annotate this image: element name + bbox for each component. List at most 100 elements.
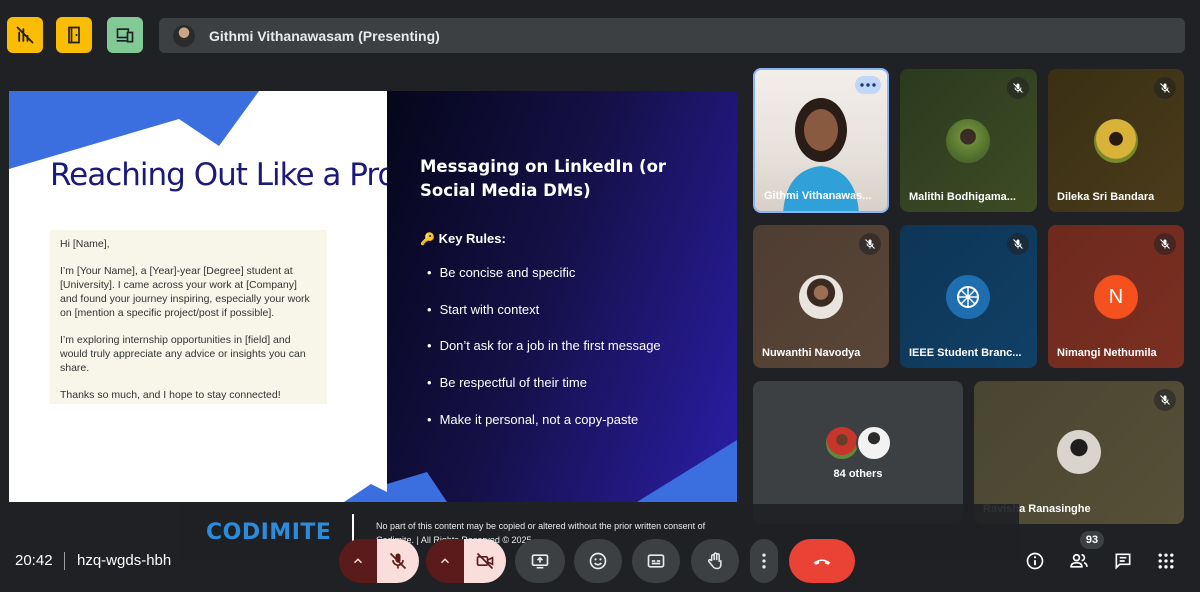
brand-logo: CODIMITE (206, 520, 332, 545)
rule-item: Don’t ask for a job in the first message (427, 338, 661, 375)
rule-item: Be concise and specific (427, 265, 661, 302)
mic-muted-indicator (1154, 233, 1176, 255)
activities-button[interactable] (1153, 548, 1179, 574)
participant-avatar (799, 275, 843, 319)
ieee-logo-icon (957, 286, 979, 308)
devices-icon (116, 28, 134, 43)
captions-button[interactable] (632, 539, 680, 583)
raise-hand-button[interactable] (691, 539, 739, 583)
mic-muted-indicator (1007, 77, 1029, 99)
raise-hand-icon (707, 552, 722, 570)
more-options-menu[interactable] (750, 539, 778, 583)
chat-button[interactable] (1110, 548, 1136, 574)
participant-tile-ravisha[interactable]: Ravisha Ranasinghe (974, 381, 1184, 524)
letter-line: Hi [Name], (60, 238, 110, 250)
more-options-button[interactable] (855, 76, 881, 94)
apps-grid-icon (1158, 553, 1174, 569)
participant-name: Nuwanthi Navodya (762, 347, 861, 359)
no-chart-icon (16, 26, 34, 44)
mic-off-icon (1013, 239, 1023, 249)
participant-avatar (946, 275, 990, 319)
people-icon (1070, 553, 1088, 568)
captions-icon (647, 554, 665, 568)
mic-muted-indicator (1154, 77, 1176, 99)
top-tool-button-1[interactable] (7, 17, 43, 53)
people-button[interactable] (1066, 548, 1092, 574)
letter-line: I’m [Your Name], a [Year]-year [Degree] … (60, 265, 310, 319)
participant-initial-avatar: N (1094, 275, 1138, 319)
others-avatar-1 (824, 425, 860, 461)
more-horiz-icon (860, 83, 876, 87)
slide-right-heading: Messaging on LinkedIn (or Social Media D… (420, 157, 667, 200)
mic-off-icon (389, 552, 407, 570)
info-icon (1026, 552, 1044, 570)
participant-count-badge: 93 (1080, 531, 1104, 549)
key-icon: 🔑 (420, 232, 435, 246)
video-options-button[interactable] (426, 539, 464, 583)
participant-tile-nimangi[interactable]: N Nimangi Nethumila (1048, 225, 1184, 368)
rules-list: Be concise and specific Start with conte… (427, 265, 661, 448)
participant-tile-ieee[interactable]: IEEE Student Branc... (900, 225, 1037, 368)
others-tile[interactable]: 84 others (753, 381, 963, 524)
rule-item: Start with context (427, 302, 661, 339)
participant-tile-dileka[interactable]: Dileka Sri Bandara (1048, 69, 1184, 212)
participant-avatar (1057, 430, 1101, 474)
meeting-details-button[interactable] (1022, 548, 1048, 574)
mic-off-icon (1160, 83, 1170, 93)
letter-template: Hi [Name], I’m [Your Name], a [Year]-yea… (50, 230, 327, 404)
mic-off-icon (1160, 395, 1170, 405)
others-avatar-2 (856, 425, 892, 461)
slide-decoration-bottom (344, 484, 387, 502)
mic-muted-indicator (1007, 233, 1029, 255)
participant-initial: N (1108, 285, 1124, 308)
participant-tile-nuwanthi[interactable]: Nuwanthi Navodya (753, 225, 889, 368)
participant-name: Nimangi Nethumila (1057, 347, 1157, 359)
rule-item: Make it personal, not a copy-paste (427, 412, 661, 449)
emoji-icon (589, 552, 607, 570)
reactions-button[interactable] (574, 539, 622, 583)
door-icon (68, 26, 80, 44)
shared-slide: Reaching Out Like a Pro Hi [Name], I’m [… (9, 91, 737, 502)
slide-title: Reaching Out Like a Pro (50, 157, 387, 193)
slide-right-panel: Messaging on LinkedIn (or Social Media D… (387, 91, 737, 502)
leave-call-button[interactable] (789, 539, 855, 583)
participant-name: Malithi Bodhigama... (909, 191, 1016, 203)
presenter-avatar (173, 24, 195, 47)
presenter-label: Githmi Vithanawasam (Presenting) (209, 27, 440, 44)
present-screen-icon (531, 554, 549, 569)
others-label: 84 others (833, 468, 883, 480)
participant-tile-malithi[interactable]: Malithi Bodhigama... (900, 69, 1037, 212)
participant-tile-githmi[interactable]: Githmi Vithanawas... (753, 68, 889, 213)
present-button[interactable] (515, 539, 565, 583)
participant-name: IEEE Student Branc... (909, 347, 1022, 359)
mic-off-icon (865, 239, 875, 249)
audio-options-button[interactable] (339, 539, 377, 583)
camera-toggle[interactable] (464, 539, 506, 583)
slide-left-panel: Reaching Out Like a Pro Hi [Name], I’m [… (9, 91, 387, 502)
more-vert-icon (762, 553, 766, 569)
chat-icon (1115, 553, 1131, 570)
participant-avatar (1094, 119, 1138, 163)
letter-line: I’m exploring internship opportunities i… (60, 334, 306, 374)
camera-off-icon (476, 552, 494, 570)
presenter-bar[interactable]: Githmi Vithanawasam (Presenting) (159, 18, 1185, 53)
top-tool-button-3[interactable] (107, 17, 143, 53)
participant-avatar (946, 119, 990, 163)
letter-line: Thanks so much, and I hope to stay conne… (60, 389, 281, 401)
mic-off-icon (1013, 83, 1023, 93)
top-tool-button-2[interactable] (56, 17, 92, 53)
mic-off-icon (1160, 239, 1170, 249)
mic-muted-indicator (859, 233, 881, 255)
key-rules-text: Key Rules: (438, 231, 506, 246)
mic-muted-indicator (1154, 389, 1176, 411)
microphone-toggle[interactable] (377, 539, 419, 583)
caret-up-icon (353, 558, 363, 564)
meeting-time: 20:42 (15, 552, 53, 569)
end-call-icon (813, 559, 831, 565)
caret-up-icon (440, 558, 450, 564)
meeting-code[interactable]: hzq-wgds-hbh (77, 552, 171, 569)
key-rules-label: 🔑 Key Rules: (420, 231, 506, 246)
participant-name: Githmi Vithanawas... (764, 190, 872, 202)
rule-item: Be respectful of their time (427, 375, 661, 412)
info-separator (64, 552, 65, 570)
